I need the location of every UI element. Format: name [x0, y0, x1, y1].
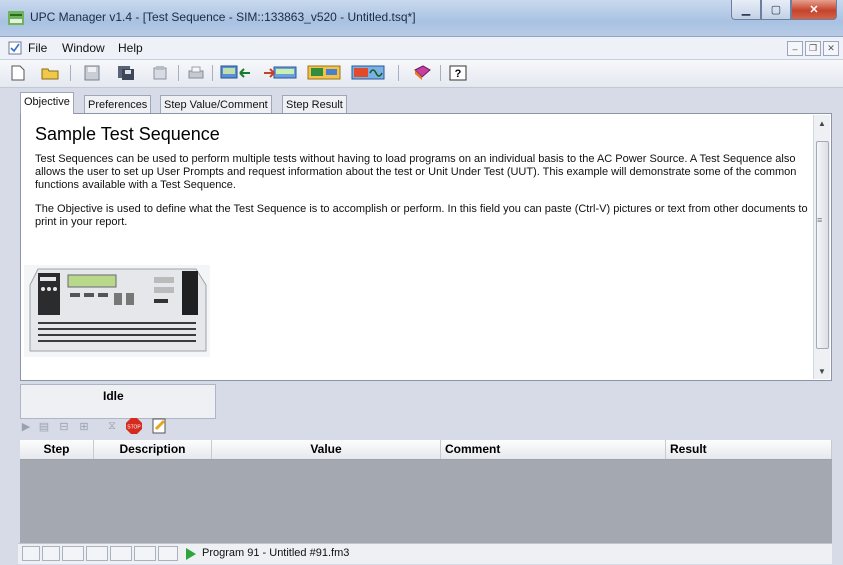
- help-icon[interactable]: ?: [448, 64, 468, 82]
- edit-report-icon[interactable]: [152, 418, 168, 434]
- menu-bar: File Window Help – ❐ ✕: [0, 37, 843, 60]
- menu-help[interactable]: Help: [118, 41, 143, 55]
- menu-window[interactable]: Window: [62, 41, 105, 55]
- status-bar: Program 91 - Untitled #91.fm3: [18, 543, 832, 564]
- mdi-restore-button[interactable]: ❐: [805, 41, 821, 56]
- close-button[interactable]: ✕: [791, 0, 837, 20]
- column-step[interactable]: Step: [20, 440, 94, 459]
- program-play-icon: [186, 548, 196, 560]
- svg-text:STOP: STOP: [127, 425, 141, 431]
- new-icon[interactable]: [8, 64, 28, 82]
- status-program: Program 91 - Untitled #91.fm3: [202, 547, 350, 559]
- mdi-close-button[interactable]: ✕: [823, 41, 839, 56]
- properties-icon[interactable]: [150, 64, 170, 82]
- save-all-icon[interactable]: [116, 64, 136, 82]
- column-result[interactable]: Result: [666, 440, 832, 459]
- tab-preferences[interactable]: Preferences: [84, 95, 152, 113]
- upload-program-icon[interactable]: [262, 64, 298, 82]
- objective-paragraph-2: The Objective is used to define what the…: [35, 203, 808, 228]
- maximize-button[interactable]: ▢: [761, 0, 791, 20]
- manual-book-icon[interactable]: [412, 64, 432, 82]
- column-description[interactable]: Description: [94, 440, 212, 459]
- window-title: UPC Manager v1.4 - [Test Sequence - SIM:…: [30, 10, 416, 24]
- scroll-down-icon[interactable]: ▼: [818, 367, 826, 376]
- waveform-icon[interactable]: [350, 64, 386, 82]
- run-status-panel: Idle: [20, 384, 216, 419]
- close-icon: ✕: [809, 4, 819, 16]
- ac-power-source-image: [24, 265, 210, 357]
- step-list-icon[interactable]: ▤: [36, 418, 52, 434]
- steps-table[interactable]: Step Description Value Comment Result: [20, 440, 832, 544]
- scroll-grip-icon: ≡: [817, 215, 823, 225]
- tab-objective[interactable]: Objective: [20, 92, 74, 114]
- delete-step-icon[interactable]: ⊞: [76, 418, 92, 434]
- document-menu-icon[interactable]: [8, 41, 22, 55]
- steps-table-header: Step Description Value Comment Result: [20, 440, 832, 460]
- tab-step-value-comment[interactable]: Step Value/Comment: [160, 95, 272, 113]
- menu-file[interactable]: File: [28, 41, 47, 55]
- scroll-up-icon[interactable]: ▲: [818, 119, 826, 128]
- scroll-thumb[interactable]: [816, 141, 829, 349]
- tab-step-result[interactable]: Step Result: [282, 95, 347, 113]
- minimize-icon: ▁: [741, 4, 751, 16]
- objective-title: Sample Test Sequence: [35, 124, 220, 144]
- objective-vertical-scrollbar[interactable]: ▲ ≡ ▼: [813, 115, 830, 379]
- stop-icon[interactable]: STOP: [126, 418, 142, 434]
- download-program-icon[interactable]: [220, 64, 252, 82]
- maximize-icon: ▢: [770, 4, 782, 16]
- insert-step-icon[interactable]: ⊟: [56, 418, 72, 434]
- run-icon[interactable]: ▶: [18, 418, 34, 434]
- run-status-label: Idle: [103, 389, 124, 403]
- mdi-minimize-button[interactable]: –: [787, 41, 803, 56]
- toolbar: ?: [0, 60, 843, 88]
- column-value[interactable]: Value: [212, 440, 441, 459]
- app-icon: [8, 11, 24, 25]
- minimize-button[interactable]: ▁: [731, 0, 761, 20]
- column-comment[interactable]: Comment: [441, 440, 666, 459]
- measurements-icon[interactable]: [306, 64, 342, 82]
- open-folder-icon[interactable]: [40, 64, 60, 82]
- save-icon[interactable]: [82, 64, 102, 82]
- svg-text:?: ?: [455, 68, 462, 80]
- print-icon[interactable]: [186, 64, 206, 82]
- title-bar: UPC Manager v1.4 - [Test Sequence - SIM:…: [0, 0, 843, 37]
- pause-icon[interactable]: ⧖: [104, 418, 120, 434]
- objective-paragraph-1: Test Sequences can be used to perform mu…: [35, 153, 797, 191]
